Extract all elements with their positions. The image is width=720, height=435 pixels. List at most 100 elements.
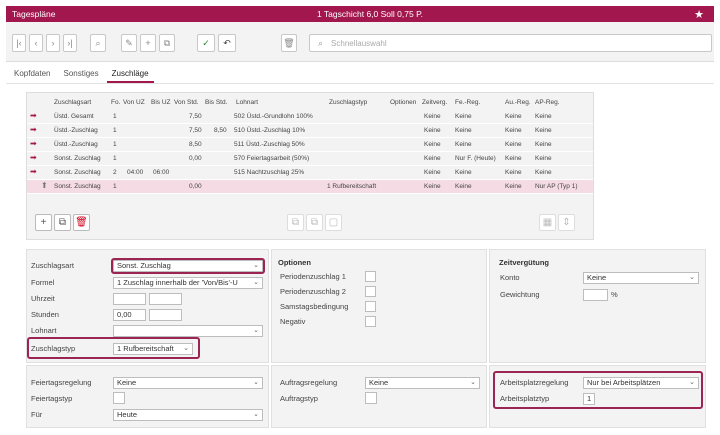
periodenzuschlag-1-label: Periodenzuschlag 1	[280, 272, 346, 281]
col-optionen[interactable]: Optionen	[390, 99, 416, 106]
search-icon[interactable]: ⌕	[90, 34, 106, 52]
trash-icon: 🗑	[75, 217, 88, 228]
tab-kopfdaten[interactable]: Kopfdaten	[9, 69, 55, 83]
window-titlebar: Tagespläne 1 Tagschicht 6,0 Soll 0,75 P.…	[6, 6, 714, 22]
negativ-label: Negativ	[280, 317, 306, 326]
cell-ap-reg: Keine	[535, 113, 552, 120]
fuer-select[interactable]: Heute ⌄	[113, 409, 263, 421]
gewichtung-input[interactable]	[583, 289, 608, 301]
row-arrow-icon: ➡	[30, 139, 37, 148]
cell-lohnart: 510 Üstd.-Zuschlag 10%	[234, 127, 306, 134]
col-von-std[interactable]: Von Std.	[174, 99, 199, 106]
table-header: Zuschlagsart Fo. Von UZ Bis UZ Von Std. …	[27, 96, 593, 110]
col-fo[interactable]: Fo.	[111, 99, 120, 106]
cell-fe-reg: Keine	[455, 113, 472, 120]
formel-select[interactable]: 1 Zuschlag innerhalb der 'Von/Bis'-U ⌄	[113, 277, 263, 289]
calendar-button[interactable]: ▦	[539, 214, 556, 231]
table-row[interactable]: ➡ Üstd.-Zuschlag 1 7,50 8,50 510 Üstd.-Z…	[27, 124, 593, 138]
table-footer: + ⧉ 🗑 ⧉ ⧉ ▢ ▦ ⇕	[29, 209, 591, 237]
first-record-button[interactable]: |‹	[12, 34, 26, 52]
cell-au-reg: Keine	[505, 169, 522, 176]
arbeitsplatz-panel: Arbeitsplatzregelung Nur bei Arbeitsplät…	[489, 365, 706, 428]
cell-bis-std: 8,50	[214, 127, 227, 134]
cell-zuschlagsart: Üstd. Gesamt	[54, 113, 94, 120]
col-zuschlagstyp[interactable]: Zuschlagstyp	[329, 99, 367, 106]
add-button[interactable]: +	[140, 34, 156, 52]
table-row[interactable]: ➡ Sonst. Zuschlag 2 04:00 06:00 515 Nach…	[27, 166, 593, 180]
tab-sonstiges[interactable]: Sonstiges	[58, 69, 103, 83]
edit-button[interactable]: ✎	[121, 34, 137, 52]
plus-icon: +	[40, 217, 47, 228]
cell-zuschlagsart: Üstd.-Zuschlag	[54, 127, 98, 134]
auftragsregelung-select[interactable]: Keine ⌄	[365, 377, 480, 389]
search-icon: ⌕	[318, 37, 324, 48]
uhrzeit-von-input[interactable]	[113, 293, 146, 305]
cell-von-std: 7,50	[189, 127, 202, 134]
col-fe-reg[interactable]: Fe.-Reg.	[455, 99, 480, 106]
copy-row-button[interactable]: ⧉	[54, 214, 71, 231]
cell-au-reg: Keine	[505, 113, 522, 120]
cell-ap-reg: Keine	[535, 155, 552, 162]
col-lohnart[interactable]: Lohnart	[236, 99, 258, 106]
table-row-selected[interactable]: ⬆ Sonst. Zuschlag 1 0,00 1 Rufbereitscha…	[27, 180, 593, 194]
cell-ap-reg: Keine	[535, 141, 552, 148]
cell-zeitverg: Keine	[424, 169, 441, 176]
col-zuschlagsart[interactable]: Zuschlagsart	[54, 99, 91, 106]
table-row[interactable]: ➡ Üstd. Gesamt 1 7,50 502 Üstd.-Grundloh…	[27, 110, 593, 124]
lohnart-select[interactable]: ⌄	[113, 325, 263, 337]
zuschlaege-table: Zuschlagsart Fo. Von UZ Bis UZ Von Std. …	[26, 92, 594, 240]
undo-button[interactable]: ↶	[218, 34, 236, 52]
copy-button[interactable]: ⧉	[159, 34, 175, 52]
cell-zeitverg: Keine	[424, 183, 441, 190]
cell-au-reg: Keine	[505, 155, 522, 162]
cell-au-reg: Keine	[505, 127, 522, 134]
duplicate-button[interactable]: ⧉	[306, 214, 323, 231]
last-record-button[interactable]: ›|	[63, 34, 77, 52]
cell-au-reg: Keine	[505, 141, 522, 148]
next-record-button[interactable]: ›	[46, 34, 60, 52]
cell-fo: 1	[113, 113, 117, 120]
delete-button[interactable]: 🗑	[281, 34, 297, 52]
gewichtung-label: Gewichtung	[500, 290, 540, 299]
cell-ap-reg: Nur AP (Typ 1)	[535, 183, 578, 190]
copy-cells-button[interactable]: ⧉	[287, 214, 304, 231]
save-button[interactable]: ✓	[197, 34, 215, 52]
periodenzuschlag-2-checkbox[interactable]	[365, 286, 376, 297]
col-bis-std[interactable]: Bis Std.	[205, 99, 227, 106]
copy-icon: ⧉	[291, 217, 300, 228]
cell-fe-reg: Keine	[455, 169, 472, 176]
cell-fo: 1	[113, 141, 117, 148]
sort-button[interactable]: ⇕	[558, 214, 575, 231]
periodenzuschlag-1-checkbox[interactable]	[365, 271, 376, 282]
table-row[interactable]: ➡ Sonst. Zuschlag 1 0,00 570 Feiertagsar…	[27, 152, 593, 166]
prev-record-button[interactable]: ‹	[29, 34, 43, 52]
feiertagsregelung-select[interactable]: Keine ⌄	[113, 377, 263, 389]
col-von-uz[interactable]: Von UZ	[123, 99, 145, 106]
feiertagstyp-input[interactable]	[113, 392, 125, 404]
konto-select[interactable]: Keine ⌄	[583, 272, 699, 284]
add-row-button[interactable]: +	[35, 214, 52, 231]
paste-button[interactable]: ▢	[325, 214, 342, 231]
samstagsbedingung-checkbox[interactable]	[365, 301, 376, 312]
stunden-bis-input[interactable]	[149, 309, 182, 321]
table-row[interactable]: ➡ Üstd.-Zuschlag 1 8,50 511 Üstd.-Zuschl…	[27, 138, 593, 152]
col-bis-uz[interactable]: Bis UZ	[151, 99, 171, 106]
quick-select-input[interactable]: ⌕ Schnellauswahl	[309, 34, 712, 52]
negativ-checkbox[interactable]	[365, 316, 376, 327]
toolbar: |‹ ‹ › ›| ⌕ ✎ + ⧉ ✓ ↶ 🗑 ⌕ Schnellauswahl	[6, 22, 714, 62]
col-ap-reg[interactable]: AP-Reg.	[535, 99, 560, 106]
auftragstyp-input[interactable]	[365, 392, 377, 404]
col-au-reg[interactable]: Au.-Reg.	[505, 99, 531, 106]
delete-row-button[interactable]: 🗑	[73, 214, 90, 231]
zeitverguetung-title: Zeitvergütung	[499, 258, 549, 267]
cell-von-std: 8,50	[189, 141, 202, 148]
uhrzeit-label: Uhrzeit	[31, 294, 55, 303]
periodenzuschlag-2-label: Periodenzuschlag 2	[280, 287, 346, 296]
favorite-star-icon[interactable]: ★	[694, 8, 704, 21]
stunden-von-input[interactable]: 0,00	[113, 309, 146, 321]
uhrzeit-bis-input[interactable]	[149, 293, 182, 305]
cell-fo: 2	[113, 169, 117, 176]
cell-von-std: 0,00	[189, 183, 202, 190]
tab-zuschlaege[interactable]: Zuschläge	[106, 69, 154, 83]
col-zeitverg[interactable]: Zeitverg.	[422, 99, 447, 106]
